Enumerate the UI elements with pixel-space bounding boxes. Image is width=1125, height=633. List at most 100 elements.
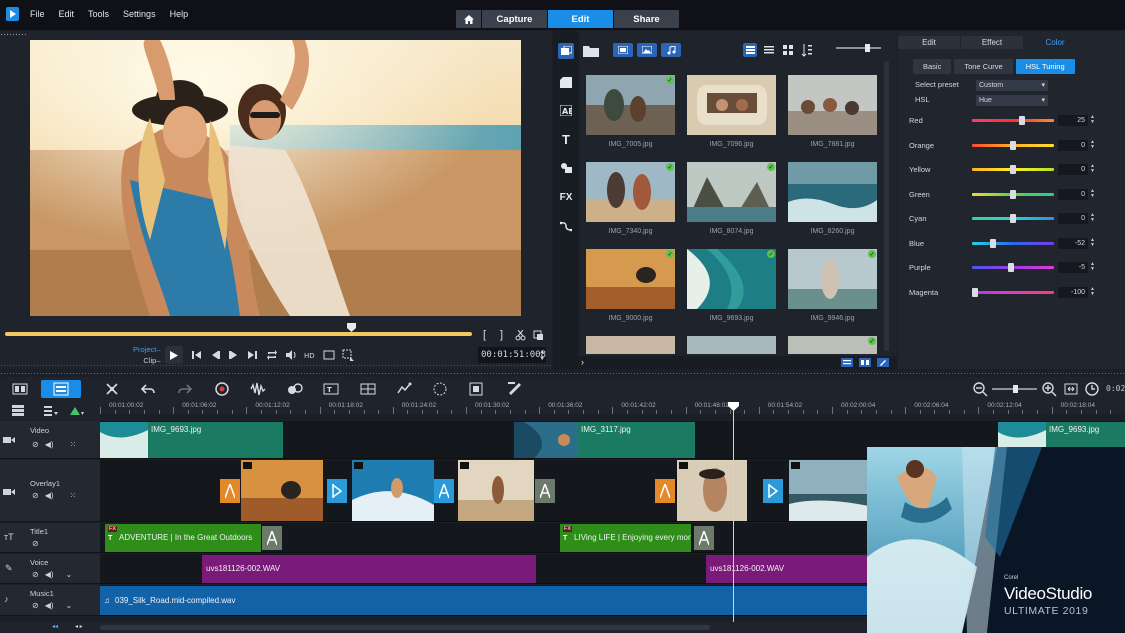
mark-in-icon[interactable]: [ xyxy=(483,329,486,341)
timecode-display[interactable]: 00:01:51:008 ▲ ▼ xyxy=(478,347,546,363)
hsl-value-field[interactable]: -100 xyxy=(1058,286,1088,298)
show-photos-toggle[interactable] xyxy=(637,43,657,57)
tab-color-options[interactable]: Color xyxy=(1024,36,1086,49)
hsl-value-field[interactable]: -5 xyxy=(1058,262,1088,273)
filter-fx-icon[interactable]: FX xyxy=(558,189,574,205)
show-audio-toggle[interactable] xyxy=(661,43,681,57)
overlay-clip[interactable] xyxy=(352,460,434,521)
hsl-value-field[interactable]: 0 xyxy=(1058,164,1088,175)
library-thumbnail[interactable] xyxy=(586,75,675,135)
library-thumbnail[interactable] xyxy=(788,75,877,135)
overlay-clip[interactable] xyxy=(241,460,323,521)
library-thumbnail[interactable] xyxy=(687,75,776,135)
hsl-spinner-icon[interactable]: ▲ ▼ xyxy=(1090,213,1095,223)
home-button[interactable] xyxy=(456,10,481,28)
aspect-ratio-icon[interactable] xyxy=(323,349,335,361)
mark-out-icon[interactable]: ] xyxy=(500,329,503,341)
transition-marker[interactable] xyxy=(327,479,347,503)
hsl-slider-track[interactable] xyxy=(972,290,1054,294)
transition-marker[interactable] xyxy=(655,479,675,503)
thumbnail-size-slider[interactable] xyxy=(836,44,881,52)
undo-icon[interactable] xyxy=(140,381,156,397)
hsl-slider-knob[interactable] xyxy=(1010,189,1016,199)
previous-frame-icon[interactable] xyxy=(209,349,221,361)
redo-icon[interactable] xyxy=(177,381,193,397)
tab-capture[interactable]: Capture xyxy=(482,10,547,28)
library-thumbnail[interactable] xyxy=(788,336,877,354)
split-scissors-icon[interactable] xyxy=(515,330,526,341)
library-scrollbar[interactable] xyxy=(884,61,889,351)
time-remapping-icon[interactable] xyxy=(396,381,412,397)
graphic-category-icon[interactable] xyxy=(558,159,574,175)
track-visibility-icon[interactable]: ⊘ xyxy=(32,440,39,449)
pan-zoom-icon[interactable] xyxy=(468,381,484,397)
track-expand-icon[interactable]: ⌄ xyxy=(66,601,73,610)
voice-clip[interactable]: uvs181126-002.WAV xyxy=(202,555,536,583)
menu-file[interactable]: File xyxy=(30,9,45,19)
video-clip[interactable]: IMG_3117.jpg xyxy=(514,422,695,458)
preset-dropdown[interactable]: Custom xyxy=(976,80,1048,91)
track-manager-icon[interactable] xyxy=(12,405,24,416)
voice-clip[interactable]: uvs181126-002.WAV xyxy=(706,555,868,583)
track-visibility-icon[interactable]: ⊘ xyxy=(32,539,39,548)
menu-tools[interactable]: Tools xyxy=(88,9,109,19)
zoom-in-icon[interactable] xyxy=(1041,381,1057,397)
volume-icon[interactable] xyxy=(285,349,297,361)
project-mode-label[interactable]: Project xyxy=(133,345,156,354)
track-expand-icon[interactable]: ⌄ xyxy=(66,570,73,579)
subtitle-editor-icon[interactable]: T xyxy=(323,381,339,397)
repeat-icon[interactable] xyxy=(266,349,278,361)
scrub-handle-icon[interactable] xyxy=(347,323,356,332)
title-category-icon[interactable]: T xyxy=(558,131,574,147)
title-clip[interactable]: FX T ADVENTURE | In the Great Outdoors xyxy=(105,524,261,552)
3d-title-editor-icon[interactable] xyxy=(507,381,523,397)
hsl-value-field[interactable]: 0 xyxy=(1058,213,1088,224)
timeline-view-button[interactable] xyxy=(41,380,81,398)
play-button[interactable] xyxy=(165,346,183,364)
hsl-slider-knob[interactable] xyxy=(972,287,978,297)
track-mute-icon[interactable]: ◀) xyxy=(45,491,54,500)
track-mute-icon[interactable]: ◀) xyxy=(45,601,54,610)
media-category-icon[interactable] xyxy=(558,43,574,59)
timeline-ruler[interactable]: 00:01:00:02 00:01:06:02 00:01:12:02 00:01:1… xyxy=(100,401,1125,414)
library-thumbnail[interactable] xyxy=(687,336,776,354)
playhead[interactable] xyxy=(733,402,734,622)
expand-arrow-icon[interactable]: › xyxy=(581,357,584,367)
library-list-icon[interactable] xyxy=(841,358,853,367)
scroll-to-start-icon[interactable]: ◂◂ xyxy=(52,623,58,630)
zoom-out-icon[interactable] xyxy=(972,381,988,397)
hsl-spinner-icon[interactable]: ▲ ▼ xyxy=(1090,286,1095,297)
hsl-value-field[interactable]: -52 xyxy=(1058,237,1088,249)
overlay-clip[interactable] xyxy=(458,460,534,521)
sound-mixer-icon[interactable] xyxy=(250,381,266,397)
track-grid-icon[interactable]: ⁙ xyxy=(70,440,77,449)
hsl-slider-knob[interactable] xyxy=(1010,214,1016,223)
grid-view-icon[interactable] xyxy=(781,43,795,57)
hsl-slider-track[interactable] xyxy=(972,119,1054,122)
hsl-spinner-icon[interactable]: ▲ ▼ xyxy=(1090,262,1095,272)
library-thumbnail[interactable] xyxy=(788,162,877,222)
video-clip[interactable]: IMG_9693.jpg xyxy=(100,422,283,458)
track-grid-icon[interactable]: ⁙ xyxy=(70,491,77,500)
ripple-editing-icon[interactable] xyxy=(70,405,84,416)
hd-preview-icon[interactable]: HD xyxy=(304,349,316,361)
timeline-grip[interactable] xyxy=(0,372,1125,374)
library-thumbnail[interactable] xyxy=(687,162,776,222)
library-thumbnail[interactable] xyxy=(586,336,675,354)
music-clip[interactable]: ♫ 039_Silk_Road.mid-compiled.wav xyxy=(100,586,870,615)
library-thumbnail[interactable] xyxy=(788,249,877,309)
track-mute-icon[interactable]: ◀) xyxy=(45,440,54,449)
library-edit-icon[interactable] xyxy=(877,358,889,367)
timecode-spinner-icon[interactable]: ▲ ▼ xyxy=(540,348,544,362)
subtab-basic[interactable]: Basic xyxy=(913,59,952,74)
transition-marker[interactable] xyxy=(535,479,555,503)
storyboard-view-icon[interactable] xyxy=(12,381,28,397)
preview-scrub-bar[interactable] xyxy=(5,332,472,336)
scroll-left-icon[interactable]: ◂ ▸ xyxy=(75,623,83,630)
go-to-start-icon[interactable] xyxy=(190,349,202,361)
mask-creator-icon[interactable] xyxy=(432,381,448,397)
library-thumb-icon[interactable] xyxy=(859,358,871,367)
chapter-cue-menu-icon[interactable] xyxy=(44,405,58,416)
track-visibility-icon[interactable]: ⊘ xyxy=(32,570,39,579)
fit-project-icon[interactable] xyxy=(1063,381,1079,397)
